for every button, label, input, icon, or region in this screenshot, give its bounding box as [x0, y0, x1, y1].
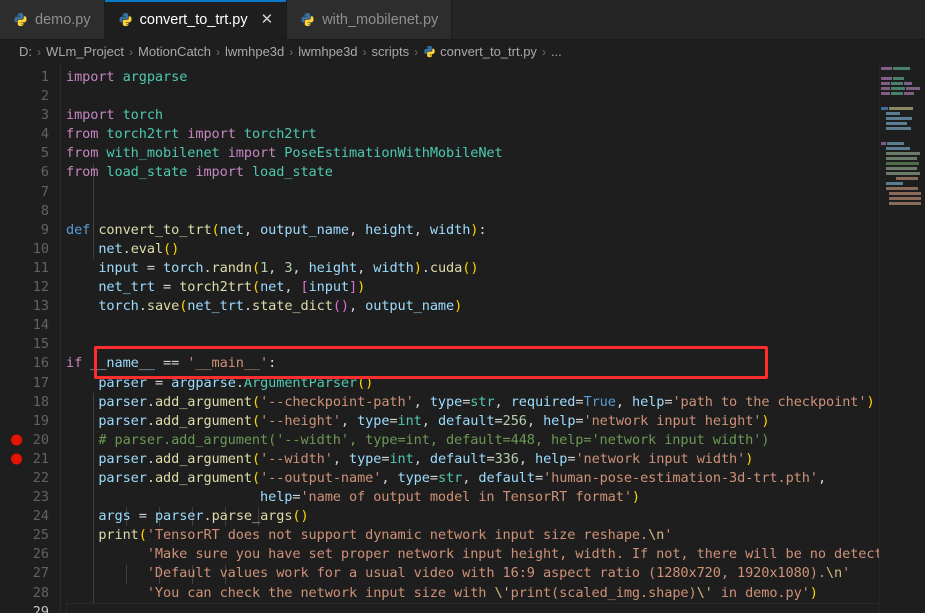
- breadcrumb-item-wlm-project[interactable]: WLm_Project: [46, 44, 124, 59]
- breadcrumb-item-file[interactable]: convert_to_trt.py: [440, 44, 537, 59]
- breadcrumb-item-scripts[interactable]: scripts: [372, 44, 410, 59]
- code-line-22[interactable]: parser.add_argument('--output-name', typ…: [66, 469, 925, 488]
- code-line-23[interactable]: help='name of output model in TensorRT f…: [66, 488, 925, 507]
- line-number: 6: [40, 164, 49, 181]
- line-number: 10: [32, 240, 49, 257]
- code-line-12[interactable]: net_trt = torch2trt(net, [input]): [66, 278, 925, 297]
- breadcrumb: D: › WLm_Project › MotionCatch › lwmhpe3…: [0, 40, 925, 63]
- code-line-19[interactable]: parser.add_argument('--height', type=int…: [66, 412, 925, 431]
- code-line-25[interactable]: print('TensorRT does not support dynamic…: [66, 526, 925, 545]
- line-number: 25: [32, 527, 49, 544]
- breadcrumb-item-motioncatch[interactable]: MotionCatch: [138, 44, 211, 59]
- python-file-icon: [424, 45, 435, 58]
- close-icon[interactable]: ✕: [261, 12, 274, 27]
- chevron-right-icon: ›: [289, 44, 294, 59]
- vscode-window: demo.py convert_to_trt.py ✕ with_mobilen…: [0, 0, 925, 613]
- tab-demo-py[interactable]: demo.py: [0, 0, 105, 39]
- code-line-18[interactable]: parser.add_argument('--checkpoint-path',…: [66, 393, 925, 412]
- line-number: 13: [32, 298, 49, 315]
- code-line-27[interactable]: 'Default values work for a usual video w…: [66, 564, 925, 583]
- code-line-20[interactable]: # parser.add_argument('--width', type=in…: [66, 431, 925, 450]
- line-number-current: 29: [32, 603, 49, 613]
- code-line-14[interactable]: [66, 316, 925, 335]
- code-line-6[interactable]: from load_state import load_state: [66, 163, 925, 182]
- line-number: 26: [32, 546, 49, 563]
- line-number: 22: [32, 469, 49, 486]
- breakpoint-icon[interactable]: [11, 434, 22, 446]
- line-number: 3: [40, 107, 49, 124]
- line-number: 12: [32, 279, 49, 296]
- code-line-7[interactable]: [66, 183, 925, 202]
- code-line-9[interactable]: def convert_to_trt(net, output_name, hei…: [66, 221, 925, 240]
- breadcrumb-item-drive[interactable]: D:: [19, 44, 32, 59]
- chevron-right-icon: ›: [129, 44, 134, 59]
- chevron-right-icon: ›: [216, 44, 221, 59]
- code-lines[interactable]: import argparse import torch from torch2…: [60, 63, 925, 613]
- line-number: 7: [40, 183, 49, 200]
- line-number: 1: [40, 69, 49, 85]
- line-number: 11: [32, 259, 49, 276]
- tab-bar-empty-space: [452, 0, 925, 39]
- tab-convert-to-trt-py[interactable]: convert_to_trt.py ✕: [104, 0, 288, 39]
- code-line-15[interactable]: [66, 335, 925, 354]
- code-line-4[interactable]: from torch2trt import torch2trt: [66, 125, 925, 144]
- line-number-gutter[interactable]: 1 2 3 4 5 6 7 8 9 10 11 12 13 14 15 16 1…: [0, 63, 60, 613]
- code-line-21[interactable]: parser.add_argument('--width', type=int,…: [66, 450, 925, 469]
- line-number: 16: [32, 355, 49, 372]
- code-line-10[interactable]: net.eval(): [66, 240, 925, 259]
- line-number: 18: [32, 393, 49, 410]
- code-line-2[interactable]: [66, 87, 925, 106]
- code-line-1[interactable]: import argparse: [66, 68, 925, 87]
- line-number: 23: [32, 489, 49, 506]
- code-line-28[interactable]: 'You can check the network input size wi…: [66, 584, 925, 603]
- minimap[interactable]: [879, 63, 925, 613]
- line-number: 27: [32, 565, 49, 582]
- chevron-right-icon: ›: [37, 44, 41, 59]
- breadcrumb-item-lwmhpe3d-2[interactable]: lwmhpe3d: [298, 44, 357, 59]
- chevron-right-icon: ›: [541, 44, 546, 59]
- code-line-24[interactable]: args = parser.parse_args(): [66, 507, 925, 526]
- code-line-26[interactable]: 'Make sure you have set proper network i…: [66, 545, 925, 564]
- code-area[interactable]: 1 2 3 4 5 6 7 8 9 10 11 12 13 14 15 16 1…: [0, 63, 925, 613]
- editor-tab-bar: demo.py convert_to_trt.py ✕ with_mobilen…: [0, 0, 925, 40]
- tab-label: convert_to_trt.py: [139, 11, 248, 28]
- line-number-with-breakpoint: 20: [0, 431, 60, 450]
- line-number: 19: [32, 412, 49, 429]
- code-line-17[interactable]: parser = argparse.ArgumentParser(): [66, 374, 925, 393]
- python-file-icon: [14, 12, 27, 27]
- code-line-13[interactable]: torch.save(net_trt.state_dict(), output_…: [66, 297, 925, 316]
- chevron-right-icon: ›: [414, 44, 419, 59]
- tab-label: demo.py: [35, 11, 91, 28]
- code-line-5[interactable]: from with_mobilenet import PoseEstimatio…: [66, 144, 925, 163]
- breadcrumb-item-lwmhpe3d-1[interactable]: lwmhpe3d: [225, 44, 284, 59]
- code-line-29-current[interactable]: [66, 602, 925, 613]
- tab-with-mobilenet-py[interactable]: with_mobilenet.py: [287, 0, 453, 39]
- overview-ruler[interactable]: [911, 63, 925, 613]
- python-file-icon: [119, 12, 132, 27]
- line-number: 24: [32, 508, 49, 525]
- line-number: 14: [32, 317, 49, 334]
- line-number-with-breakpoint: 21: [0, 450, 60, 469]
- tab-label: with_mobilenet.py: [322, 11, 439, 28]
- line-number: 2: [40, 88, 49, 105]
- line-number: 15: [32, 336, 49, 353]
- line-number: 4: [40, 126, 49, 143]
- line-number: 9: [40, 221, 49, 238]
- chevron-right-icon: ›: [362, 44, 367, 59]
- code-line-3[interactable]: import torch: [66, 106, 925, 125]
- line-number: 28: [32, 584, 49, 601]
- code-line-11[interactable]: input = torch.randn(1, 3, height, width)…: [66, 259, 925, 278]
- line-number: 17: [32, 374, 49, 391]
- line-number: 8: [40, 202, 49, 219]
- breakpoint-icon[interactable]: [11, 453, 22, 465]
- code-line-8[interactable]: [66, 202, 925, 221]
- breadcrumb-item-overflow[interactable]: ...: [551, 44, 562, 59]
- code-line-16[interactable]: if __name__ == '__main__':: [66, 354, 925, 373]
- line-number: 5: [40, 145, 49, 162]
- python-file-icon: [301, 12, 314, 27]
- code-editor[interactable]: 1 2 3 4 5 6 7 8 9 10 11 12 13 14 15 16 1…: [0, 63, 925, 613]
